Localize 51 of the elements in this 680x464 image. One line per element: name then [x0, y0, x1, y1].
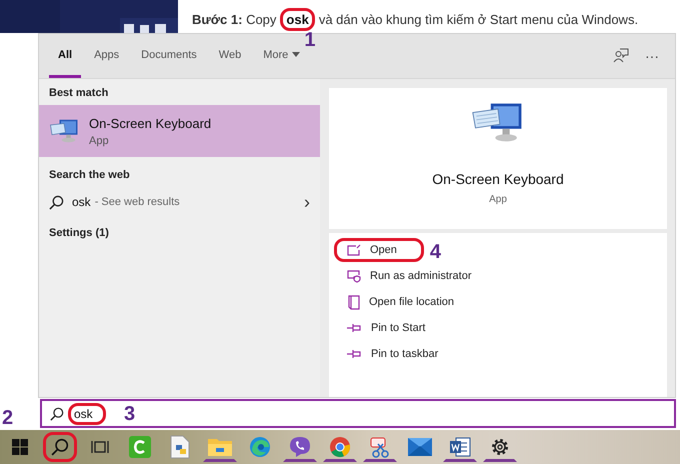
open-icon [347, 244, 361, 256]
document-icon [170, 435, 190, 459]
chevron-icon: › [304, 193, 310, 211]
gear-icon [490, 437, 510, 457]
section-heading: Settings (1) [48, 226, 110, 241]
pin-icon [347, 349, 362, 359]
best-match-item[interactable]: On-Screen Keyboard App [39, 105, 320, 157]
filter-tab[interactable]: Documents [132, 34, 206, 78]
phone-bubble-icon [289, 436, 311, 458]
windows-logo-icon [12, 439, 28, 455]
task-view-icon [91, 439, 109, 455]
action-item[interactable]: Open file location [334, 290, 481, 314]
folder-icon [208, 437, 232, 457]
app-icon [129, 436, 151, 458]
step-number: 3 [124, 404, 136, 424]
step-number: 4 [430, 242, 442, 262]
word-document-icon [449, 436, 471, 458]
section-heading: Search the web [48, 168, 131, 183]
pin-icon [347, 323, 362, 333]
app-type: App [489, 194, 507, 205]
web-hint: - See web results [94, 196, 180, 208]
app-name: On-Screen Keyboard [432, 171, 564, 187]
step-number: 2 [2, 408, 14, 428]
file-icon [347, 294, 360, 310]
more-options-button[interactable]: ··· [643, 46, 661, 66]
web-result-item[interactable]: osk - See web results › [39, 187, 320, 217]
filter-tab[interactable]: Apps [85, 34, 128, 78]
article-text: Bước 1: Copy [192, 12, 276, 27]
search-icon [51, 438, 69, 456]
web-query: osk [72, 195, 91, 209]
caret-icon [292, 52, 300, 57]
section-heading: Best match [48, 86, 110, 101]
browser-icon [329, 436, 351, 458]
browser-icon [249, 436, 271, 458]
envelope-icon [408, 438, 432, 456]
search-icon [49, 194, 64, 210]
taskbar-button[interactable] [43, 432, 77, 462]
article-text: và dán vào khung tìm kiếm ở Start menu của Windows. [318, 12, 638, 27]
action-item[interactable]: Run as administrator [334, 264, 498, 288]
search-query: osk [68, 402, 106, 424]
action-item[interactable]: Pin to taskbar [334, 342, 466, 366]
search-icon [50, 406, 64, 420]
app-name: On-Screen Keyboard [89, 116, 212, 130]
step-number: 1 [304, 30, 316, 50]
action-item[interactable]: Pin to Start [334, 316, 452, 340]
action-item[interactable]: Open [334, 238, 424, 262]
search-field[interactable]: osk 3 [40, 399, 676, 428]
shield-screen-icon [347, 270, 361, 282]
scissors-icon [369, 436, 391, 458]
filter-tab[interactable]: Web [210, 34, 250, 78]
app-type: App [89, 134, 110, 146]
